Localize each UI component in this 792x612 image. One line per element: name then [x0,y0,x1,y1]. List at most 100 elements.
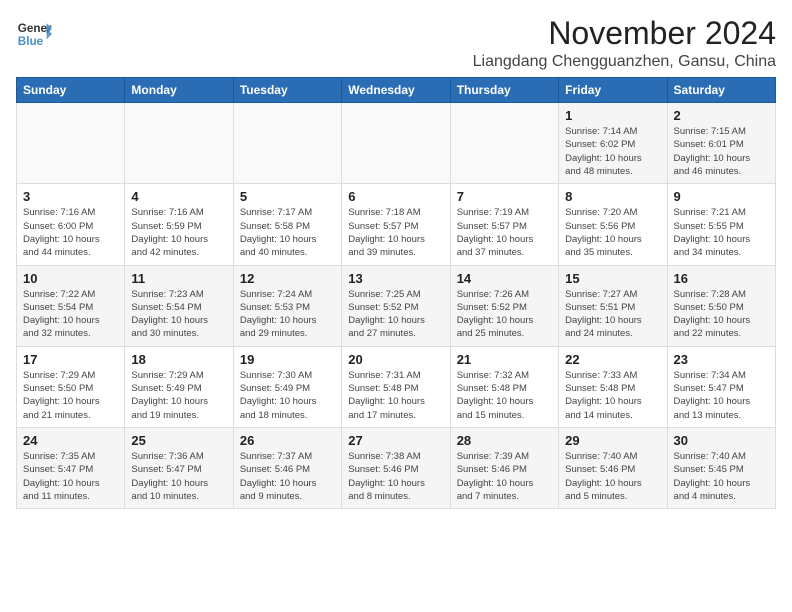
calendar-week-3: 10Sunrise: 7:22 AM Sunset: 5:54 PM Dayli… [17,265,776,346]
calendar-cell: 8Sunrise: 7:20 AM Sunset: 5:56 PM Daylig… [559,184,667,265]
day-number: 11 [131,271,226,286]
calendar-cell: 29 Sunrise: 7:40 AM Sunset: 5:46 PM Dayli… [559,427,667,508]
calendar-cell: 4 Sunrise: 7:16 AM Sunset: 5:59 PM Daylig… [125,184,233,265]
day-number: 13 [348,271,443,286]
day-number: 14 [457,271,552,286]
day-info: Sunrise: 7:26 AM Sunset: 5:52 PM Dayligh… [457,288,552,341]
day-info: Sunrise: 7:15 AM Sunset: 6:01 PM Dayligh… [674,125,769,178]
calendar-cell [125,103,233,184]
day-number: 23 [674,352,769,367]
calendar-cell: 26Sunrise: 7:37 AM Sunset: 5:46 PM Dayli… [233,427,341,508]
calendar-cell: 16 Sunrise: 7:28 AM Sunset: 5:50 PM Dayli… [667,265,775,346]
calendar-cell: 13 Sunrise: 7:25 AM Sunset: 5:52 PM Dayli… [342,265,450,346]
day-info: Sunrise: 7:39 AM Sunset: 5:46 PM Dayligh… [457,450,552,503]
day-info: Sunrise: 7:28 AM Sunset: 5:50 PM Dayligh… [674,288,769,341]
calendar-cell: 25 Sunrise: 7:36 AM Sunset: 5:47 PM Dayli… [125,427,233,508]
logo: General Blue [16,16,52,52]
day-info: Sunrise: 7:29 AM Sunset: 5:49 PM Dayligh… [131,369,226,422]
calendar-cell: 14 Sunrise: 7:26 AM Sunset: 5:52 PM Dayli… [450,265,558,346]
day-number: 4 [131,189,226,204]
calendar-week-5: 24 Sunrise: 7:35 AM Sunset: 5:47 PM Dayli… [17,427,776,508]
day-info: Sunrise: 7:36 AM Sunset: 5:47 PM Dayligh… [131,450,226,503]
day-number: 26 [240,433,335,448]
day-number: 27 [348,433,443,448]
day-number: 22 [565,352,660,367]
calendar-cell: 18 Sunrise: 7:29 AM Sunset: 5:49 PM Dayli… [125,346,233,427]
day-info: Sunrise: 7:40 AM Sunset: 5:46 PM Dayligh… [565,450,660,503]
calendar-cell: 22Sunrise: 7:33 AM Sunset: 5:48 PM Dayli… [559,346,667,427]
day-number: 30 [674,433,769,448]
calendar-cell: 7 Sunrise: 7:19 AM Sunset: 5:57 PM Daylig… [450,184,558,265]
day-number: 17 [23,352,118,367]
day-number: 29 [565,433,660,448]
weekday-header-tuesday: Tuesday [233,78,341,103]
calendar-cell: 6 Sunrise: 7:18 AM Sunset: 5:57 PM Daylig… [342,184,450,265]
day-info: Sunrise: 7:22 AM Sunset: 5:54 PM Dayligh… [23,288,118,341]
location-subtitle: Liangdang Chengguanzhen, Gansu, China [473,53,776,71]
day-info: Sunrise: 7:19 AM Sunset: 5:57 PM Dayligh… [457,206,552,259]
calendar-cell: 2 Sunrise: 7:15 AM Sunset: 6:01 PM Daylig… [667,103,775,184]
title-block: November 2024 Liangdang Chengguanzhen, G… [473,16,776,71]
calendar-cell: 24 Sunrise: 7:35 AM Sunset: 5:47 PM Dayli… [17,427,125,508]
day-number: 9 [674,189,769,204]
day-info: Sunrise: 7:23 AM Sunset: 5:54 PM Dayligh… [131,288,226,341]
calendar-cell: 10Sunrise: 7:22 AM Sunset: 5:54 PM Dayli… [17,265,125,346]
calendar-cell: 30 Sunrise: 7:40 AM Sunset: 5:45 PM Dayli… [667,427,775,508]
day-number: 7 [457,189,552,204]
page-header: General Blue November 2024 Liangdang Che… [16,16,776,71]
calendar-cell: 3 Sunrise: 7:16 AM Sunset: 6:00 PM Daylig… [17,184,125,265]
calendar-cell: 27 Sunrise: 7:38 AM Sunset: 5:46 PM Dayli… [342,427,450,508]
calendar-cell: 11 Sunrise: 7:23 AM Sunset: 5:54 PM Dayli… [125,265,233,346]
day-info: Sunrise: 7:18 AM Sunset: 5:57 PM Dayligh… [348,206,443,259]
calendar-cell: 5Sunrise: 7:17 AM Sunset: 5:58 PM Daylig… [233,184,341,265]
day-number: 16 [674,271,769,286]
weekday-header-friday: Friday [559,78,667,103]
day-number: 8 [565,189,660,204]
day-info: Sunrise: 7:29 AM Sunset: 5:50 PM Dayligh… [23,369,118,422]
calendar-week-4: 17 Sunrise: 7:29 AM Sunset: 5:50 PM Dayli… [17,346,776,427]
calendar-cell: 17 Sunrise: 7:29 AM Sunset: 5:50 PM Dayli… [17,346,125,427]
month-title: November 2024 [473,16,776,51]
day-info: Sunrise: 7:27 AM Sunset: 5:51 PM Dayligh… [565,288,660,341]
day-number: 20 [348,352,443,367]
calendar-cell: 19 Sunrise: 7:30 AM Sunset: 5:49 PM Dayli… [233,346,341,427]
calendar-table: SundayMondayTuesdayWednesdayThursdayFrid… [16,77,776,509]
day-info: Sunrise: 7:24 AM Sunset: 5:53 PM Dayligh… [240,288,335,341]
day-number: 28 [457,433,552,448]
day-number: 19 [240,352,335,367]
calendar-cell [342,103,450,184]
day-info: Sunrise: 7:40 AM Sunset: 5:45 PM Dayligh… [674,450,769,503]
calendar-cell: 28 Sunrise: 7:39 AM Sunset: 5:46 PM Dayli… [450,427,558,508]
calendar-week-1: 1Sunrise: 7:14 AM Sunset: 6:02 PM Daylig… [17,103,776,184]
day-info: Sunrise: 7:30 AM Sunset: 5:49 PM Dayligh… [240,369,335,422]
day-info: Sunrise: 7:35 AM Sunset: 5:47 PM Dayligh… [23,450,118,503]
day-info: Sunrise: 7:34 AM Sunset: 5:47 PM Dayligh… [674,369,769,422]
day-number: 21 [457,352,552,367]
day-number: 2 [674,108,769,123]
day-number: 15 [565,271,660,286]
day-info: Sunrise: 7:21 AM Sunset: 5:55 PM Dayligh… [674,206,769,259]
svg-text:Blue: Blue [18,35,44,48]
day-info: Sunrise: 7:14 AM Sunset: 6:02 PM Dayligh… [565,125,660,178]
calendar-cell: 12 Sunrise: 7:24 AM Sunset: 5:53 PM Dayli… [233,265,341,346]
calendar-header: SundayMondayTuesdayWednesdayThursdayFrid… [17,78,776,103]
day-number: 18 [131,352,226,367]
calendar-cell [450,103,558,184]
day-info: Sunrise: 7:38 AM Sunset: 5:46 PM Dayligh… [348,450,443,503]
calendar-cell [17,103,125,184]
day-number: 25 [131,433,226,448]
day-info: Sunrise: 7:32 AM Sunset: 5:48 PM Dayligh… [457,369,552,422]
calendar-cell: 20Sunrise: 7:31 AM Sunset: 5:48 PM Dayli… [342,346,450,427]
day-number: 12 [240,271,335,286]
logo-icon: General Blue [16,16,52,52]
day-number: 24 [23,433,118,448]
weekday-header-saturday: Saturday [667,78,775,103]
day-info: Sunrise: 7:16 AM Sunset: 6:00 PM Dayligh… [23,206,118,259]
day-number: 6 [348,189,443,204]
calendar-body: 1Sunrise: 7:14 AM Sunset: 6:02 PM Daylig… [17,103,776,509]
day-number: 3 [23,189,118,204]
weekday-header-thursday: Thursday [450,78,558,103]
day-info: Sunrise: 7:25 AM Sunset: 5:52 PM Dayligh… [348,288,443,341]
weekday-header-monday: Monday [125,78,233,103]
day-info: Sunrise: 7:16 AM Sunset: 5:59 PM Dayligh… [131,206,226,259]
